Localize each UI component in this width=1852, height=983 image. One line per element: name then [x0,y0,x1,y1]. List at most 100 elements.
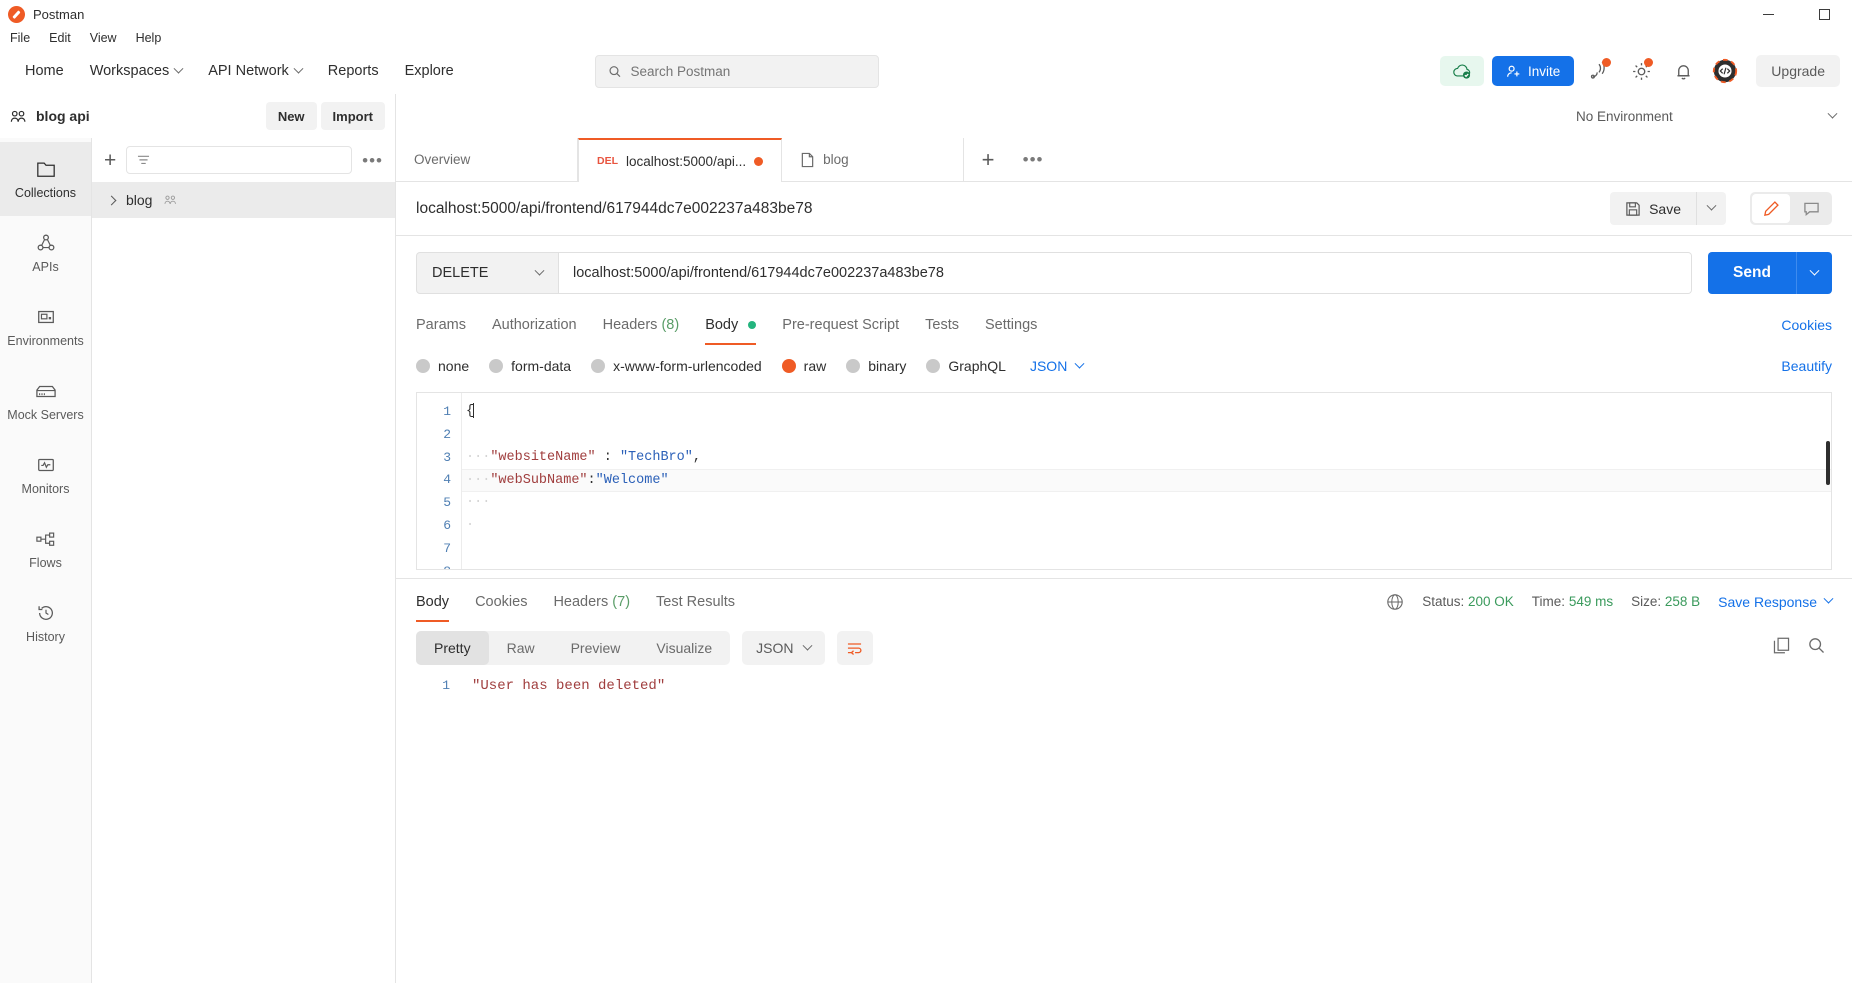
format-tab-raw[interactable]: Raw [489,631,553,665]
response-format-type-selector[interactable]: JSON [742,631,825,665]
comment-button[interactable] [1792,194,1830,223]
cloud-sync-icon[interactable] [1440,56,1485,86]
radio-icon [926,359,941,373]
response-scrollbar[interactable] [1838,668,1852,983]
beautify-link[interactable]: Beautify [1781,358,1832,374]
response-tab-cookies[interactable]: Cookies [475,582,527,622]
new-button[interactable]: New [265,102,317,130]
menu-item-file[interactable]: File [10,31,30,45]
upgrade-button[interactable]: Upgrade [1756,55,1840,87]
body-type-urlencoded[interactable]: x-www-form-urlencoded [591,358,762,374]
collection-item-blog[interactable]: blog [92,182,395,218]
tab-label: localhost:5000/api... [626,153,747,169]
save-options-button[interactable] [1696,192,1726,225]
body-type-graphql[interactable]: GraphQL [926,358,1006,374]
cookies-link[interactable]: Cookies [1781,317,1832,333]
response-code-area[interactable]: "User has been deleted" [460,668,1838,983]
environment-selected-label: No Environment [1576,108,1673,124]
import-button[interactable]: Import [320,102,385,130]
response-tab-test-results[interactable]: Test Results [656,582,735,622]
status-group: Status: 200 OK [1422,594,1514,609]
bell-icon[interactable] [1666,54,1700,88]
sidebar-item-history[interactable]: History [0,586,91,660]
format-tab-preview[interactable]: Preview [553,631,639,665]
format-tab-visualize[interactable]: Visualize [638,631,730,665]
menu-item-edit[interactable]: Edit [49,31,71,45]
body-type-binary[interactable]: binary [846,358,906,374]
chevron-right-icon[interactable] [106,195,117,205]
menu-item-help[interactable]: Help [136,31,162,45]
maximize-button[interactable] [1796,0,1852,28]
search-container[interactable] [594,54,879,88]
code-line: ··· [462,492,1831,515]
filter-input[interactable] [126,146,353,174]
format-tab-pretty[interactable]: Pretty [416,631,489,665]
tab-collection-blog[interactable]: blog [782,138,965,181]
left-rail: Collections APIs Environments Mock Serve… [0,138,92,983]
invite-button[interactable]: Invite [1492,56,1575,86]
tab-request-delete[interactable]: DEL localhost:5000/api... [578,138,783,182]
response-tab-body[interactable]: Body [416,582,450,622]
subtab-authorization[interactable]: Authorization [492,305,577,345]
environment-selector[interactable]: No Environment [1576,108,1838,124]
subtab-params[interactable]: Params [416,305,466,345]
nav-reports[interactable]: Reports [315,57,392,85]
new-tab-button[interactable]: + [964,138,1012,181]
sidebar-item-label: Monitors [21,481,70,496]
request-body-editor[interactable]: 1 2 3 4 5 6 7 8 { ···"websiteName" : "Te… [416,392,1832,570]
nav-explore[interactable]: Explore [392,57,467,85]
sidebar-item-collections[interactable]: Collections [0,142,91,216]
nav-workspaces[interactable]: Workspaces [77,57,196,85]
search-input[interactable] [630,63,866,79]
body-format-selector[interactable]: JSON [1030,358,1085,374]
body-type-none[interactable]: none [416,358,469,374]
menu-item-view[interactable]: View [90,31,117,45]
nav-api-network[interactable]: API Network [195,57,315,85]
code-line: · [462,515,1831,538]
save-button[interactable]: Save [1610,192,1696,225]
sidebar-item-apis[interactable]: APIs [0,216,91,290]
code-token-punct: , [692,449,701,465]
workspace-identity: blog api New Import [0,94,396,138]
sidebar-item-monitors[interactable]: Monitors [0,438,91,512]
editor-scrollbar[interactable] [1824,393,1831,569]
word-wrap-button[interactable] [836,631,873,665]
subtab-body[interactable]: Body [705,305,757,345]
account-avatar-icon[interactable] [1708,54,1742,88]
body-type-raw[interactable]: raw [781,358,826,374]
sidebar-item-mock-servers[interactable]: Mock Servers [0,364,91,438]
sidebar-item-flows[interactable]: Flows [0,512,91,586]
save-response-button[interactable]: Save Response [1718,594,1834,610]
edit-mode-button[interactable] [1752,194,1790,223]
line-number: 5 [443,495,451,511]
send-options-button[interactable] [1796,252,1832,294]
url-input[interactable] [559,253,1691,293]
tab-more-button[interactable]: ••• [1012,138,1054,181]
request-tab-strip: Overview DEL localhost:5000/api... blog … [396,138,1852,182]
subtab-pre-request-script[interactable]: Pre-request Script [782,305,899,345]
editor-code-area[interactable]: { ···"websiteName" : "TechBro", ···"webS… [461,393,1831,569]
body-type-label: none [438,358,470,374]
request-title-actions: Save [1610,192,1832,225]
nav-api-network-label: API Network [208,63,289,79]
gear-icon[interactable] [1624,54,1658,88]
subtab-label: Body [705,317,739,333]
new-collection-button[interactable]: + [104,150,116,171]
body-type-form-data[interactable]: form-data [489,358,571,374]
http-method-selector[interactable]: DELETE [417,253,559,293]
satellite-icon[interactable] [1582,54,1616,88]
subtab-headers[interactable]: Headers (8) [603,305,680,345]
sidebar-item-environments[interactable]: Environments [0,290,91,364]
subtab-settings[interactable]: Settings [985,305,1037,345]
editor-line-numbers: 1 2 3 4 5 6 7 8 [417,393,461,569]
copy-button[interactable] [1772,636,1791,660]
minimize-button[interactable] [1740,0,1796,28]
send-button[interactable]: Send [1708,252,1796,294]
tab-overview[interactable]: Overview [396,138,578,181]
collections-more-button[interactable]: ••• [362,152,383,169]
code-indent: ··· [466,473,491,489]
response-tab-headers[interactable]: Headers (7) [553,582,630,622]
subtab-tests[interactable]: Tests [925,305,959,345]
nav-home[interactable]: Home [12,57,77,85]
search-response-button[interactable] [1807,636,1826,660]
